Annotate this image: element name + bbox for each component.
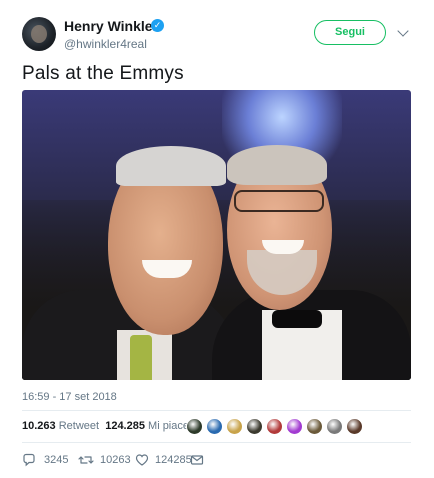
retweet-icon [78,456,94,464]
liker-avatar[interactable] [286,418,303,435]
tweet-header: Henry Winkler ✓ @hwinkler4real Segui [0,0,434,60]
liker-avatar[interactable] [346,418,363,435]
user-name[interactable]: Henry Winkler [64,18,158,34]
liker-avatar[interactable] [186,418,203,435]
direct-message-button[interactable] [190,452,206,468]
person-left-tie [130,335,152,380]
avatar[interactable] [22,17,56,51]
verified-badge-icon: ✓ [151,19,164,32]
reply-button[interactable]: 3245 [22,452,72,468]
reply-icon [23,453,35,467]
tweet-photo[interactable] [22,90,411,380]
reply-count: 3245 [44,454,69,466]
envelope-icon [190,455,204,465]
divider [22,442,411,443]
retweet-count[interactable]: 10.263 [22,420,56,432]
liker-avatar[interactable] [306,418,323,435]
like-count[interactable]: 124.285 [105,420,145,432]
divider [22,410,411,411]
heart-icon [135,454,149,466]
tweet-stats: 10.263 Retweet 124.285 Mi piace [22,420,189,432]
tweet-timestamp[interactable]: 16:59 - 17 set 2018 [22,391,117,403]
liker-avatar[interactable] [246,418,263,435]
liker-avatar[interactable] [266,418,283,435]
retweet-label[interactable]: Retweet [59,420,99,432]
like-label[interactable]: Mi piace [148,420,189,432]
person-left-hair [116,146,226,186]
like-action-count: 124285 [155,454,192,466]
retweet-action-count: 10263 [100,454,131,466]
liker-avatar[interactable] [226,418,243,435]
tweet-text: Pals at the Emmys [22,63,184,84]
retweet-button[interactable]: 10263 [78,452,138,468]
liker-avatar[interactable] [206,418,223,435]
person-right-glasses [234,190,324,212]
follow-button[interactable]: Segui [314,20,386,45]
liker-avatar[interactable] [326,418,343,435]
chevron-down-icon[interactable] [397,25,409,37]
person-right-hair [227,145,327,185]
user-handle[interactable]: @hwinkler4real [64,37,147,51]
person-right-bowtie [272,310,322,328]
